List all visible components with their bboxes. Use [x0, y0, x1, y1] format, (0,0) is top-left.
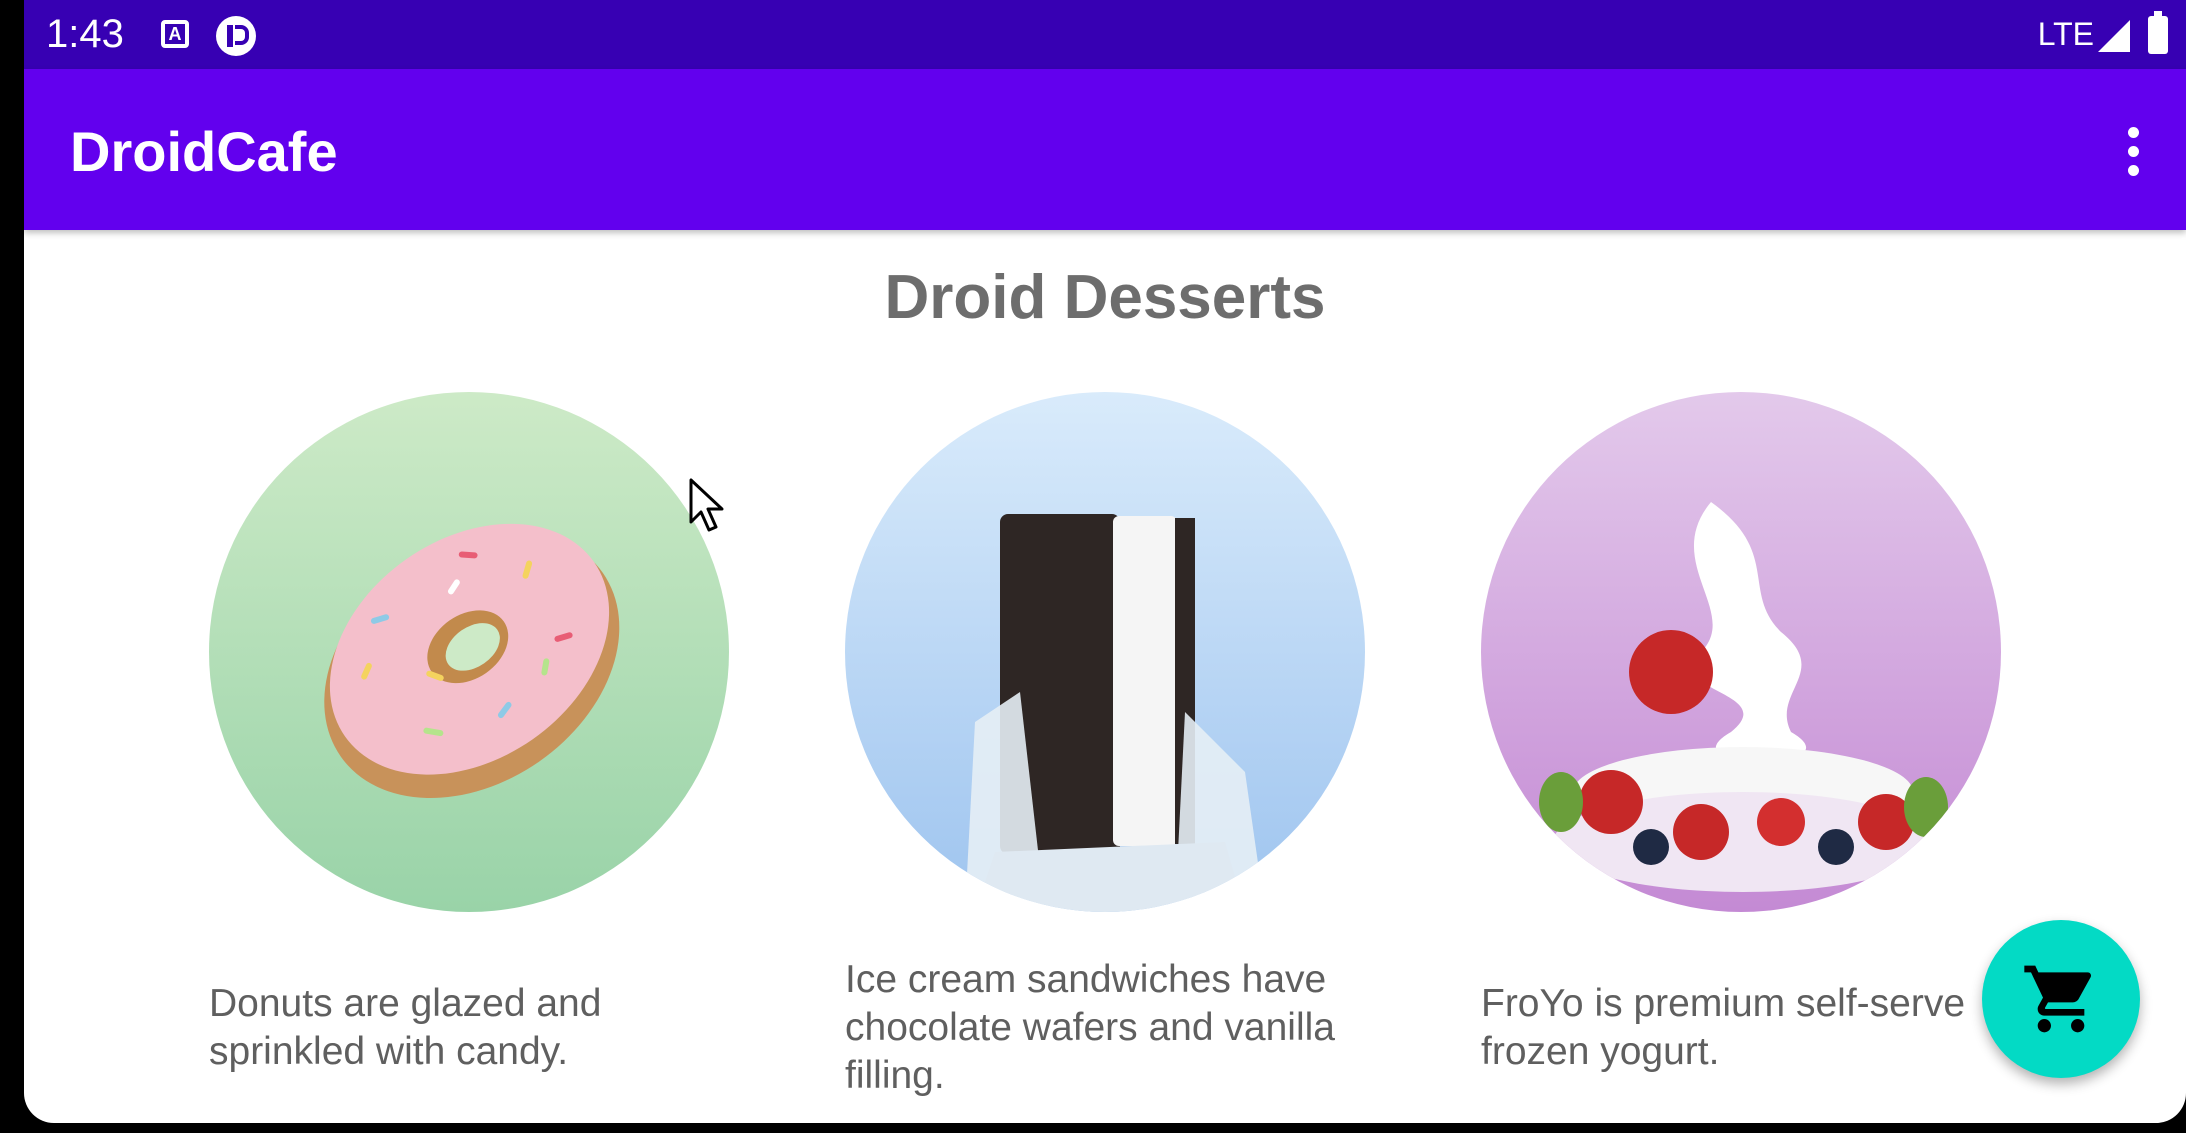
app-circle-icon [216, 16, 256, 56]
ice-cream-sandwich-description: Ice cream sandwiches have chocolate wafe… [845, 958, 1335, 1097]
mouse-pointer-icon [689, 478, 724, 532]
shopping-cart-button[interactable] [1982, 920, 2140, 1078]
shopping-cart-icon [2024, 965, 2092, 1033]
donut-illustration [324, 523, 620, 798]
froyo-image[interactable] [1481, 392, 2001, 912]
more-vert-icon[interactable] [2122, 127, 2146, 177]
battery-icon [2148, 11, 2168, 54]
status-time: 1:43 [46, 12, 124, 56]
froyo-illustration [1539, 502, 1948, 892]
keyboard-a-icon [161, 20, 189, 48]
status-bar: 1:43 LTE [24, 0, 2186, 69]
ice-cream-sandwich-illustration [965, 514, 1265, 912]
donut-description: Donuts are glazed and sprinkled with can… [209, 982, 602, 1073]
app-screen: 1:43 LTE DroidCafe Droid Desserts [24, 0, 2186, 1123]
app-bar: DroidCafe [24, 69, 2186, 230]
ice-cream-sandwich-image[interactable] [845, 392, 1365, 912]
signal-icon [2098, 20, 2130, 52]
page-title: Droid Desserts [884, 263, 1326, 332]
donut-image[interactable] [209, 392, 729, 912]
froyo-description: FroYo is premium self-serve frozen yogur… [1481, 982, 1966, 1073]
app-title: DroidCafe [70, 120, 338, 183]
network-type: LTE [2037, 16, 2094, 52]
